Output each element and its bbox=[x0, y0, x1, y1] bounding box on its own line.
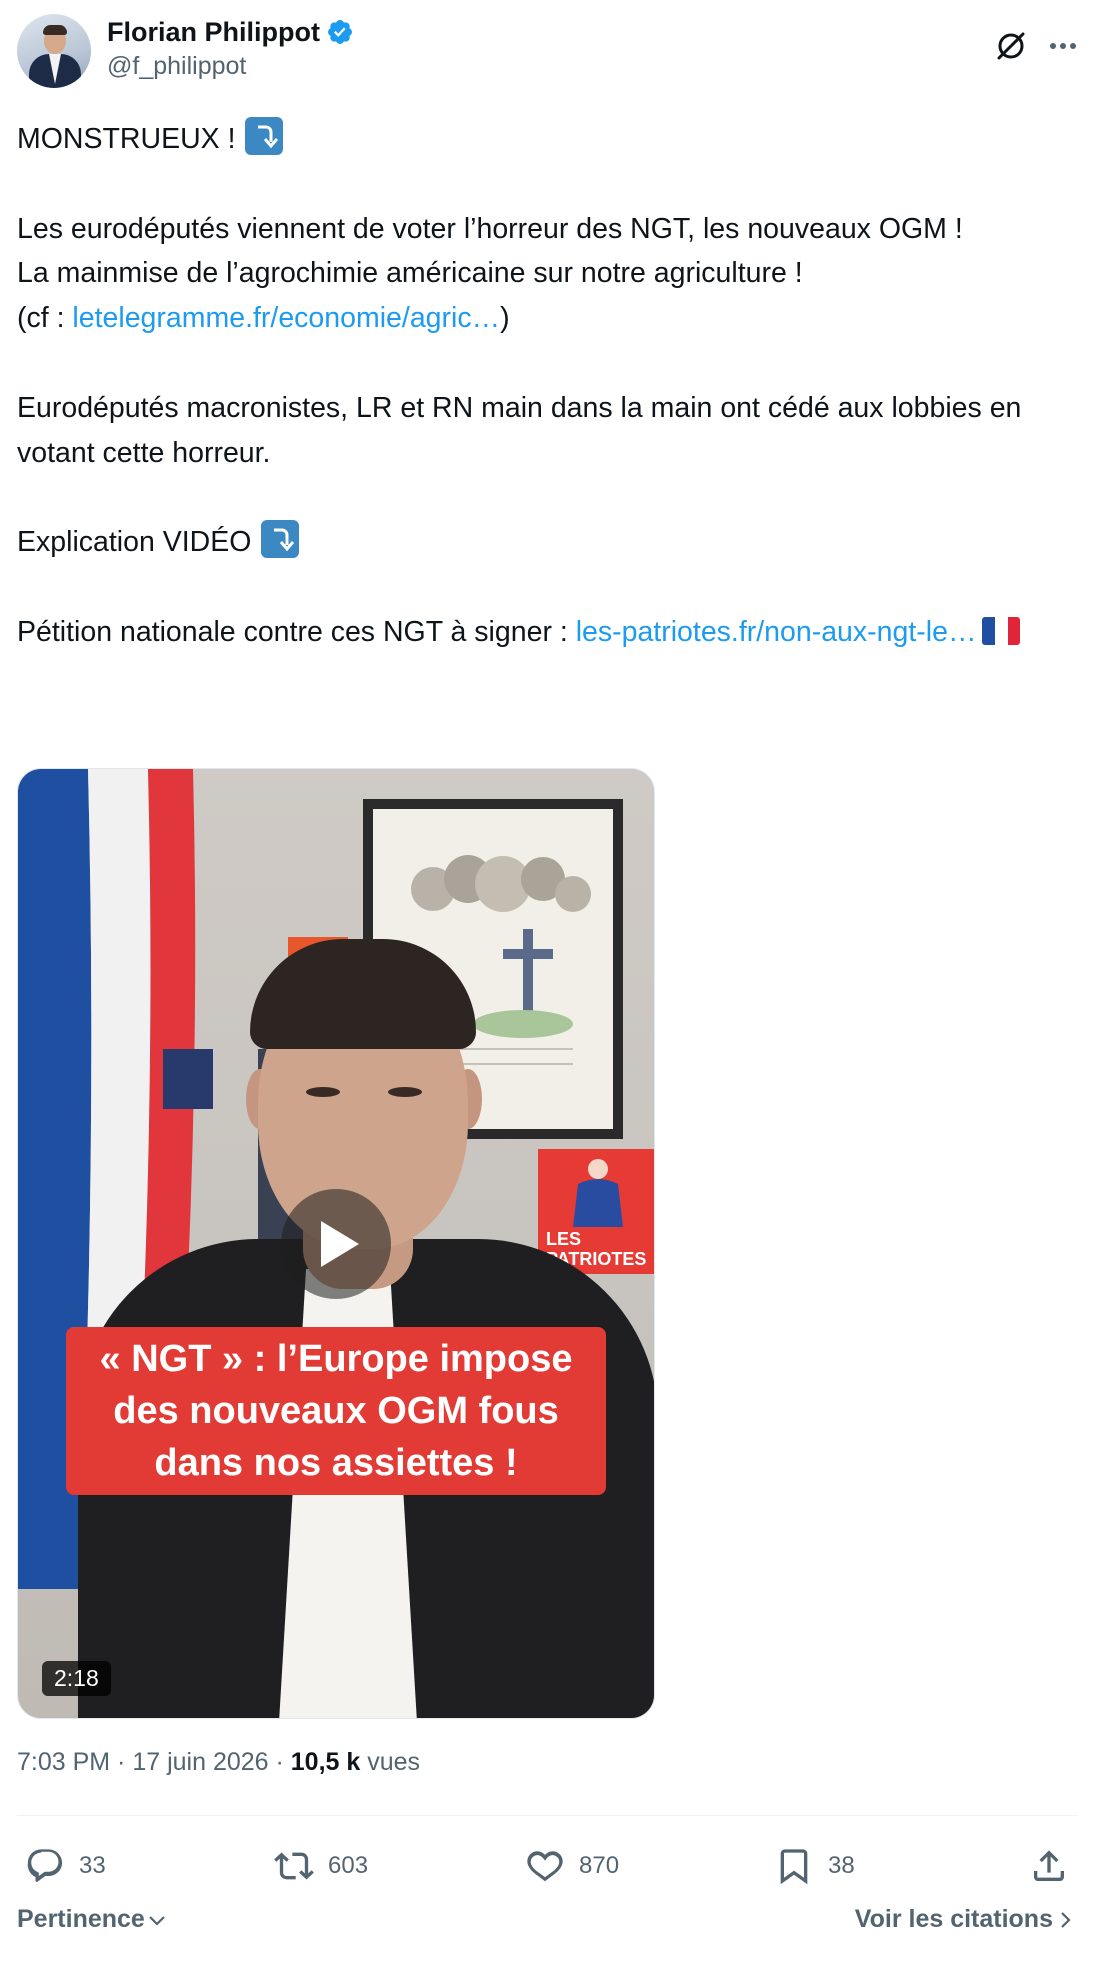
tweet-line: MONSTRUEUX ! bbox=[17, 123, 244, 155]
tweet-line: (cf : bbox=[17, 302, 73, 335]
tweet-header: Florian Philippot @f_philippot bbox=[17, 14, 1077, 90]
reply-count: 33 bbox=[79, 1852, 106, 1879]
sort-label: Pertinence bbox=[17, 1905, 145, 1933]
video-duration: 2:18 bbox=[42, 1661, 111, 1696]
divider bbox=[17, 1815, 1077, 1816]
arrow-down-emoji-icon bbox=[245, 117, 284, 155]
heart-icon bbox=[527, 1851, 563, 1882]
reply-button[interactable]: 33 bbox=[25, 1838, 106, 1894]
views-count: 10,5 k bbox=[290, 1748, 361, 1776]
tweet-date[interactable]: 17 juin 2026 bbox=[132, 1748, 268, 1776]
view-quotes-link[interactable]: Voir les citations bbox=[855, 1905, 1077, 1934]
tweet-line: Pétition nationale contre ces NGT à sign… bbox=[17, 615, 576, 648]
retweet-count: 603 bbox=[328, 1852, 369, 1879]
article-link[interactable]: letelegramme.fr/economie/agric… bbox=[72, 302, 500, 334]
video-caption: « NGT » : l’Europe impose des nouveaux O… bbox=[66, 1327, 606, 1495]
reply-icon bbox=[27, 1849, 63, 1882]
arrow-down-emoji-icon bbox=[261, 520, 300, 559]
more-options-icon[interactable] bbox=[1045, 28, 1081, 64]
bookmark-icon bbox=[780, 1849, 808, 1885]
chevron-right-icon bbox=[1061, 1911, 1071, 1928]
tweet-line: Eurodéputés macronistes, LR et RN main d… bbox=[17, 391, 1022, 469]
action-bar: 33 603 870 38 bbox=[17, 1838, 1077, 1894]
retweet-button[interactable]: 603 bbox=[274, 1838, 368, 1894]
tweet-line: ) bbox=[500, 302, 510, 335]
video-player[interactable]: LES PATRIOTES « NGT » : l’Europe impose … bbox=[17, 768, 655, 1719]
retweet-icon bbox=[274, 1852, 314, 1880]
grok-icon[interactable] bbox=[993, 28, 1029, 64]
author-name[interactable]: Florian Philippot bbox=[107, 17, 320, 48]
bookmark-count: 38 bbox=[828, 1852, 855, 1879]
share-icon bbox=[1034, 1850, 1064, 1881]
france-flag-icon bbox=[982, 616, 1021, 645]
play-button-icon[interactable] bbox=[281, 1189, 391, 1299]
chevron-down-icon bbox=[149, 1915, 165, 1926]
avatar[interactable] bbox=[17, 14, 91, 88]
patriotes-poster: LES PATRIOTES bbox=[538, 1149, 654, 1274]
tweet-line: La mainmise de l’agrochimie américaine s… bbox=[17, 257, 803, 290]
tweet-meta: 7:03 PM · 17 juin 2026 · 10,5 k vues bbox=[17, 1748, 421, 1776]
like-button[interactable]: 870 bbox=[525, 1838, 619, 1894]
tweet-line: Explication VIDÉO bbox=[17, 526, 260, 559]
author-block: Florian Philippot @f_philippot bbox=[107, 14, 354, 81]
verified-badge-icon bbox=[328, 20, 352, 44]
tweet-line: Les eurodéputés viennent de voter l’horr… bbox=[17, 212, 963, 245]
quotes-label: Voir les citations bbox=[854, 1905, 1053, 1933]
share-button[interactable] bbox=[1029, 1838, 1083, 1894]
tweet-text: MONSTRUEUX ! Les eurodéputés viennent de… bbox=[17, 117, 1077, 655]
bookmark-button[interactable]: 38 bbox=[774, 1838, 855, 1894]
tweet-time[interactable]: 7:03 PM bbox=[17, 1748, 110, 1776]
sort-dropdown[interactable]: Pertinence bbox=[17, 1905, 169, 1934]
views-label: vues bbox=[360, 1748, 421, 1776]
sticker bbox=[163, 1049, 213, 1109]
petition-link[interactable]: les-patriotes.fr/non-aux-ngt-le… bbox=[576, 616, 977, 648]
author-handle[interactable]: @f_philippot bbox=[107, 52, 354, 81]
like-count: 870 bbox=[579, 1852, 620, 1879]
replies-footer: Pertinence Voir les citations bbox=[17, 1905, 1077, 1945]
